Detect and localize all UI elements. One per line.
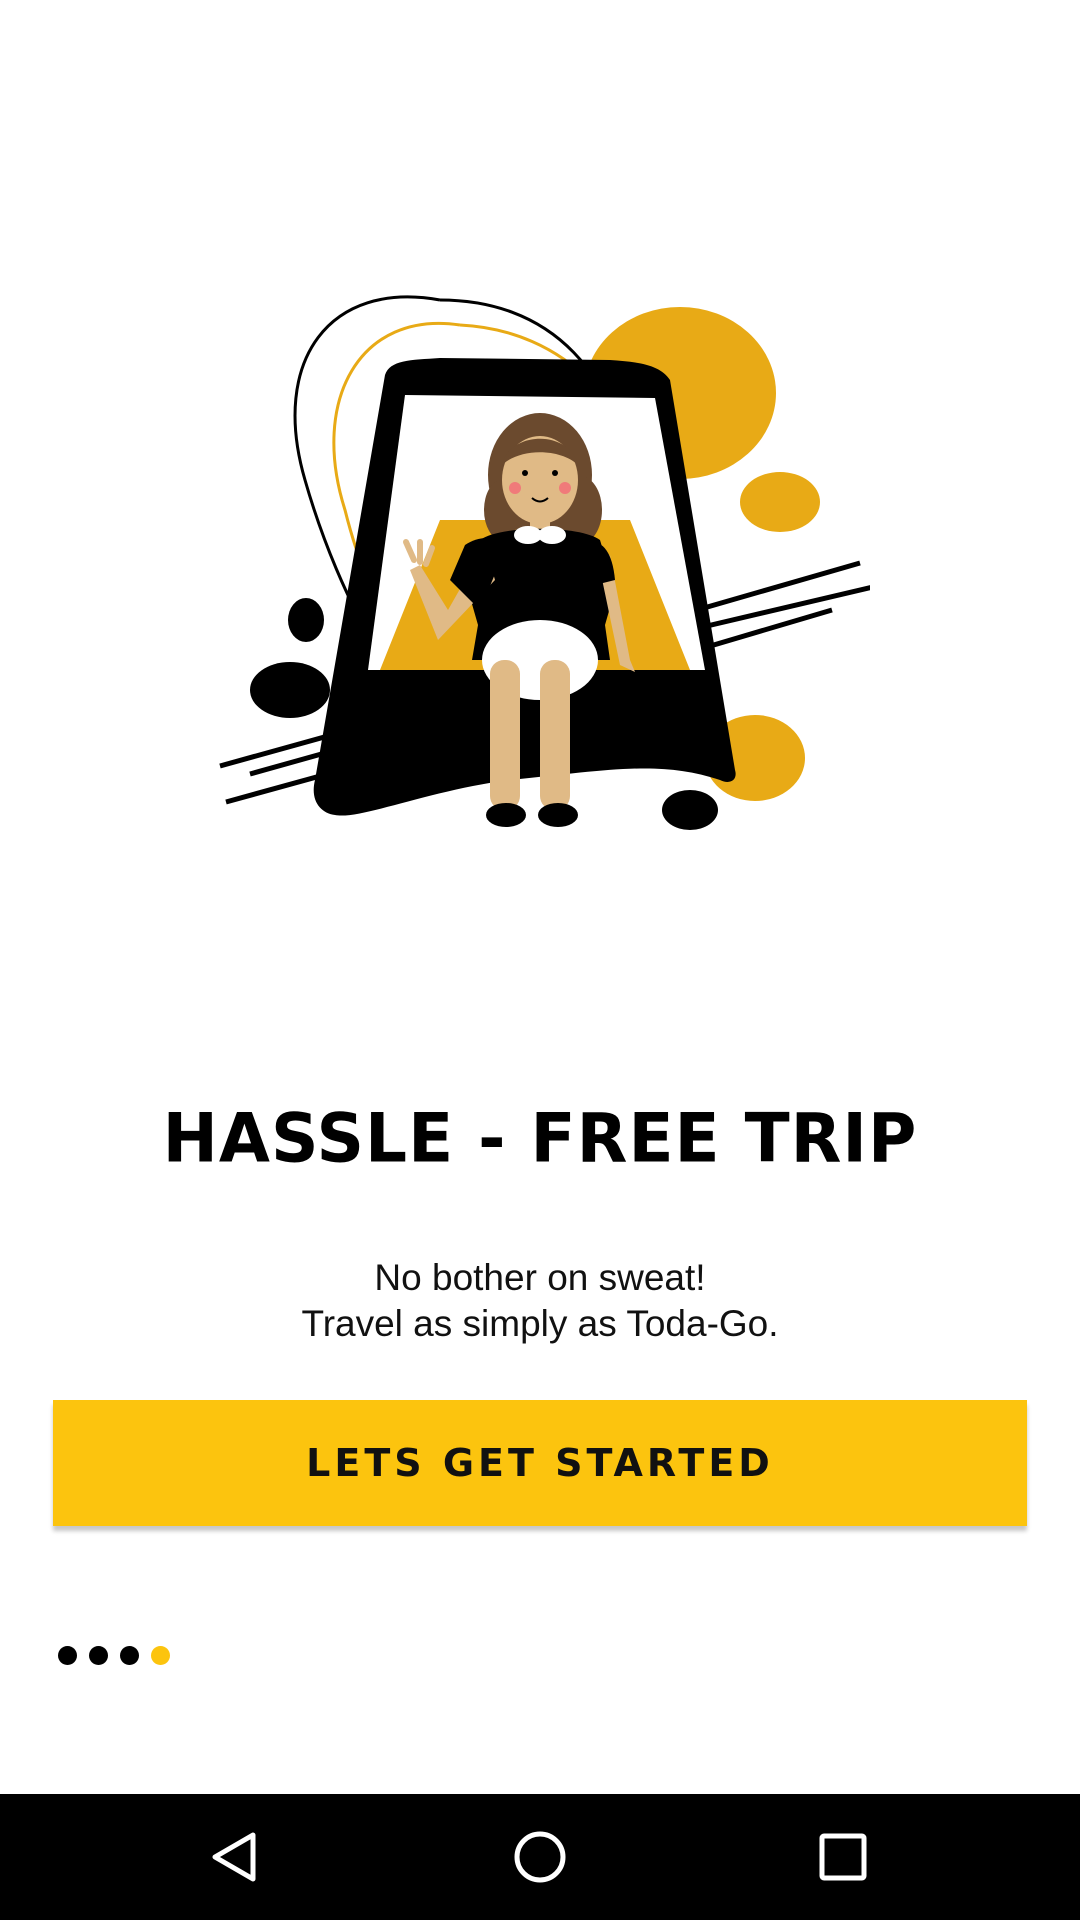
recents-button[interactable] xyxy=(783,1794,903,1920)
girl-in-tricycle-illustration xyxy=(210,280,870,840)
back-button[interactable] xyxy=(175,1794,295,1920)
get-started-button-label: LETS GET STARTED xyxy=(306,1441,774,1485)
page-title: HASSLE - FREE TRIP xyxy=(162,1099,918,1178)
page-subtitle: No bother on sweat! Travel as simply as … xyxy=(0,1255,1080,1347)
recents-square-icon xyxy=(819,1833,867,1881)
subtitle-line-2: Travel as simply as Toda-Go. xyxy=(301,1303,779,1344)
page-indicator-dot xyxy=(120,1646,139,1665)
get-started-button[interactable]: LETS GET STARTED xyxy=(53,1400,1027,1526)
back-triangle-icon xyxy=(212,1832,256,1882)
subtitle-line-1: No bother on sweat! xyxy=(374,1257,706,1298)
system-navigation-bar xyxy=(0,1794,1080,1920)
home-button[interactable] xyxy=(480,1794,600,1920)
page-indicator-dot xyxy=(89,1646,108,1665)
home-circle-icon xyxy=(514,1831,566,1883)
page-indicator-dot xyxy=(58,1646,77,1665)
onboarding-screen: HASSLE - FREE TRIP No bother on sweat! T… xyxy=(0,0,1080,1920)
page-indicator xyxy=(58,1646,170,1665)
page-indicator-dot-active xyxy=(151,1646,170,1665)
